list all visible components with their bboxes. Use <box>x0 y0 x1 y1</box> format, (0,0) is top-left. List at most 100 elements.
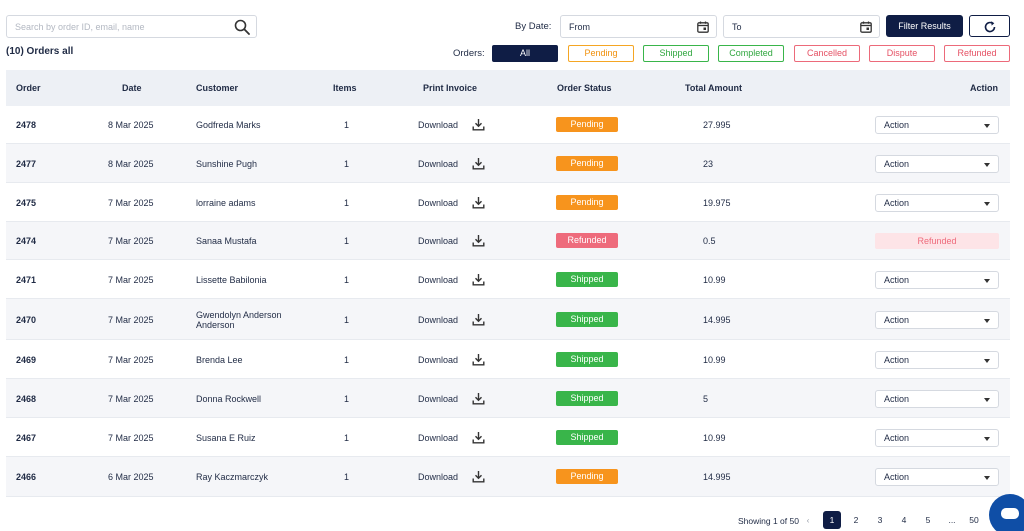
filter-chip-all[interactable]: All <box>492 45 558 62</box>
column-header-total[interactable]: Total Amount <box>685 83 742 93</box>
download-icon[interactable] <box>472 470 485 483</box>
download-invoice-link[interactable]: Download <box>418 355 458 365</box>
pagination-page-50[interactable]: 50 <box>965 511 983 529</box>
pagination-page-4[interactable]: 4 <box>895 511 913 529</box>
table-row[interactable]: 2469 7 Mar 2025 Brenda Lee 1 Download Shipped… <box>6 340 1010 379</box>
search-icon[interactable] <box>234 19 250 35</box>
action-dropdown[interactable]: Action <box>875 351 999 369</box>
filter-chip-shipped[interactable]: Shipped <box>643 45 709 62</box>
download-invoice-link[interactable]: Download <box>418 236 458 246</box>
order-id-link[interactable]: 2475 <box>16 198 36 208</box>
order-status-badge: Shipped <box>556 430 618 445</box>
table-row[interactable]: 2478 8 Mar 2025 Godfreda Marks 1 Download Pen… <box>6 106 1010 144</box>
table-row[interactable]: 2477 8 Mar 2025 Sunshine Pugh 1 Download Pend… <box>6 144 1010 183</box>
order-id-link[interactable]: 2471 <box>16 275 36 285</box>
download-icon[interactable] <box>472 196 485 209</box>
column-header-items[interactable]: Items <box>333 83 357 93</box>
order-id-link[interactable]: 2467 <box>16 433 36 443</box>
filter-chip-pending[interactable]: Pending <box>568 45 634 62</box>
action-dropdown-label: Action <box>884 120 910 130</box>
order-id-link[interactable]: 2468 <box>16 394 36 404</box>
download-invoice-link[interactable]: Download <box>418 433 458 443</box>
download-invoice-link[interactable]: Download <box>418 275 458 285</box>
status-filter-label: Orders: <box>453 48 485 59</box>
column-header-status[interactable]: Order Status <box>557 83 612 93</box>
pagination-prev-button[interactable]: ‹ <box>799 511 817 529</box>
table-row[interactable]: 2468 7 Mar 2025 Donna Rockwell 1 Download Shi… <box>6 379 1010 418</box>
total-amount: 10.99 <box>703 433 726 443</box>
download-icon[interactable] <box>472 353 485 366</box>
filter-results-button[interactable]: Filter Results <box>886 15 963 37</box>
column-header-customer[interactable]: Customer <box>196 83 238 93</box>
action-dropdown-label: Action <box>884 472 910 482</box>
order-date: 8 Mar 2025 <box>108 120 154 130</box>
order-id-link[interactable]: 2474 <box>16 236 36 246</box>
action-dropdown[interactable]: Action <box>875 271 999 289</box>
order-date: 7 Mar 2025 <box>108 198 154 208</box>
pagination-page-5[interactable]: 5 <box>919 511 937 529</box>
item-count: 1 <box>344 120 350 130</box>
search-input[interactable] <box>7 16 222 37</box>
column-header-date[interactable]: Date <box>122 83 142 93</box>
column-header-invoice[interactable]: Print Invoice <box>423 83 477 93</box>
column-header-action[interactable]: Action <box>970 83 998 93</box>
filter-chip-cancelled[interactable]: Cancelled <box>794 45 860 62</box>
chevron-down-icon <box>984 476 990 480</box>
chevron-down-icon <box>984 359 990 363</box>
table-row[interactable]: 2467 7 Mar 2025 Susana E Ruiz 1 Download Ship… <box>6 418 1010 457</box>
pagination-page-1[interactable]: 1 <box>823 511 841 529</box>
action-dropdown[interactable]: Action <box>875 468 999 486</box>
table-row[interactable]: 2471 7 Mar 2025 Lissette Babilonia 1 Downloa… <box>6 260 1010 299</box>
order-status-badge: Shipped <box>556 272 618 287</box>
download-invoice-link[interactable]: Download <box>418 394 458 404</box>
download-icon[interactable] <box>472 431 485 444</box>
action-dropdown[interactable]: Action <box>875 429 999 447</box>
order-id-link[interactable]: 2466 <box>16 472 36 482</box>
action-dropdown[interactable]: Action <box>875 116 999 134</box>
order-id-link[interactable]: 2470 <box>16 315 36 325</box>
date-to-field[interactable]: To <box>723 15 880 38</box>
table-row[interactable]: 2474 7 Mar 2025 Sanaa Mustafa 1 Download Refu… <box>6 222 1010 260</box>
action-dropdown[interactable]: Action <box>875 311 999 329</box>
download-icon[interactable] <box>472 157 485 170</box>
column-header-order[interactable]: Order <box>16 83 41 93</box>
date-from-field[interactable]: From <box>560 15 717 38</box>
download-icon[interactable] <box>472 273 485 286</box>
chat-support-button[interactable] <box>989 494 1024 531</box>
action-dropdown[interactable]: Action <box>875 155 999 173</box>
table-row[interactable]: 2470 7 Mar 2025 Gwendolyn Anderson Anderso… <box>6 299 1010 340</box>
action-dropdown[interactable]: Action <box>875 390 999 408</box>
download-icon[interactable] <box>472 392 485 405</box>
download-invoice-link[interactable]: Download <box>418 315 458 325</box>
total-amount: 0.5 <box>703 236 716 246</box>
refresh-button[interactable] <box>969 15 1010 37</box>
order-id-link[interactable]: 2477 <box>16 159 36 169</box>
calendar-icon[interactable] <box>860 21 872 33</box>
table-header: Order Date Customer Items Print Invoice … <box>6 70 1010 106</box>
download-invoice-link[interactable]: Download <box>418 198 458 208</box>
action-dropdown-label: Action <box>884 315 910 325</box>
pagination-page-2[interactable]: 2 <box>847 511 865 529</box>
download-invoice-link[interactable]: Download <box>418 472 458 482</box>
download-icon[interactable] <box>472 313 485 326</box>
download-icon[interactable] <box>472 234 485 247</box>
download-icon[interactable] <box>472 118 485 131</box>
download-invoice-link[interactable]: Download <box>418 159 458 169</box>
action-dropdown[interactable]: Action <box>875 194 999 212</box>
filter-chip-refunded[interactable]: Refunded <box>944 45 1010 62</box>
filter-chip-completed[interactable]: Completed <box>718 45 784 62</box>
table-row[interactable]: 2466 6 Mar 2025 Ray Kaczmarczyk 1 Download Pe… <box>6 457 1010 497</box>
order-status-badge: Pending <box>556 156 618 171</box>
table-row[interactable]: 2475 7 Mar 2025 lorraine adams 1 Download Pen… <box>6 183 1010 222</box>
total-amount: 14.995 <box>703 315 731 325</box>
total-amount: 27.995 <box>703 120 731 130</box>
pagination-info: Showing 1 of 50 <box>738 516 799 526</box>
search-box[interactable] <box>6 15 257 38</box>
order-id-link[interactable]: 2469 <box>16 355 36 365</box>
calendar-icon[interactable] <box>697 21 709 33</box>
total-amount: 10.99 <box>703 275 726 285</box>
pagination-page-3[interactable]: 3 <box>871 511 889 529</box>
download-invoice-link[interactable]: Download <box>418 120 458 130</box>
filter-chip-dispute[interactable]: Dispute <box>869 45 935 62</box>
order-id-link[interactable]: 2478 <box>16 120 36 130</box>
